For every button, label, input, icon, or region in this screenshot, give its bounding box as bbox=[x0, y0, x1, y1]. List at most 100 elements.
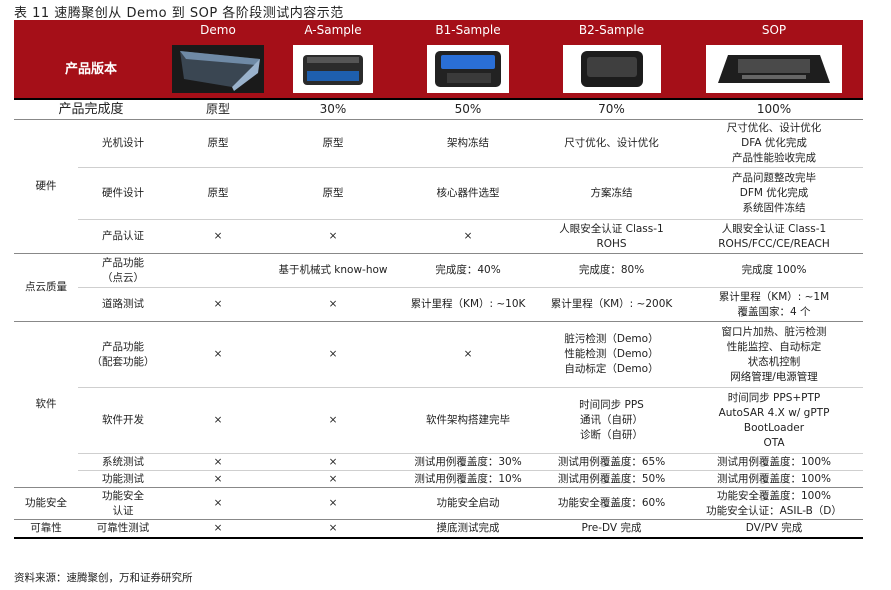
cell: 累计里程（KM）: ~1M 覆盖国家：4 个 bbox=[685, 287, 863, 322]
cell-line: DFM 优化完成 bbox=[739, 187, 809, 199]
row-label: 道路测试 bbox=[78, 287, 168, 322]
cell: × bbox=[168, 453, 268, 471]
cell: 时间同步 PPS 通讯（自研） 诊断（自研） bbox=[538, 387, 685, 454]
product-version-label: 产品版本 bbox=[14, 40, 168, 99]
header-a-sample: A-Sample bbox=[268, 20, 398, 40]
cell: 测试用例覆盖度：65% bbox=[538, 453, 685, 471]
cell: 原型 bbox=[268, 167, 398, 220]
group-hardware: 硬件 bbox=[14, 119, 78, 254]
product-image-row: 产品版本 bbox=[14, 40, 863, 99]
row-label: 可靠性测试 bbox=[78, 519, 168, 539]
cell: 测试用例覆盖度：100% bbox=[685, 470, 863, 488]
cell-line: 人眼安全认证 Class-1 bbox=[721, 222, 827, 235]
cell: × bbox=[268, 487, 398, 520]
cell-line: BootLoader bbox=[743, 421, 805, 434]
row-label: 系统测试 bbox=[78, 453, 168, 471]
cell-line: 累计里程（KM）: ~1M bbox=[718, 290, 830, 303]
cell-line: ROHS/FCC/CE/REACH bbox=[718, 237, 830, 250]
cell-line: 诊断（自研） bbox=[580, 429, 643, 441]
header-b1-sample: B1-Sample bbox=[398, 20, 538, 40]
comparison-table: Demo A-Sample B1-Sample B2-Sample SOP 产品… bbox=[14, 20, 863, 539]
cell: × bbox=[398, 219, 538, 254]
cell-line: AutoSAR 4.X w/ gPTP bbox=[718, 406, 830, 419]
cell: × bbox=[268, 321, 398, 388]
group-reliability: 可靠性 bbox=[14, 519, 78, 539]
row-label: 光机设计 bbox=[78, 119, 168, 168]
cell: 测试用例覆盖度：30% bbox=[398, 453, 538, 471]
b2-sample-image-cell bbox=[538, 40, 685, 99]
cell: 完成度 100% bbox=[685, 253, 863, 288]
cell: 核心器件选型 bbox=[398, 167, 538, 220]
table-row: 软件开发 × × 软件架构搭建完毕 时间同步 PPS 通讯（自研） 诊断（自研）… bbox=[14, 387, 863, 454]
table-caption: 表 11 速腾聚创从 Demo 到 SOP 各阶段测试内容示范 bbox=[14, 6, 344, 21]
b1-sample-lidar-image bbox=[427, 45, 509, 93]
row-label: 软件开发 bbox=[78, 387, 168, 454]
cell: 测试用例覆盖度：50% bbox=[538, 470, 685, 488]
cell: × bbox=[268, 519, 398, 539]
cell: 方案冻结 bbox=[538, 167, 685, 220]
cell: × bbox=[168, 387, 268, 454]
cell: 功能安全覆盖度：100% 功能安全认证：ASIL-B（D） bbox=[685, 487, 863, 520]
cell-line: 时间同步 PPS bbox=[579, 399, 644, 411]
cell: 测试用例覆盖度：10% bbox=[398, 470, 538, 488]
cell-line: 覆盖国家：4 个 bbox=[737, 305, 811, 318]
cell: 原型 bbox=[268, 119, 398, 168]
row-label: 功能测试 bbox=[78, 470, 168, 488]
completion-row: 产品完成度 原型 30% 50% 70% 100% bbox=[14, 98, 863, 120]
row-label-line: 产品功能 bbox=[102, 256, 144, 269]
cell: × bbox=[268, 470, 398, 488]
cell: 摸底测试完成 bbox=[398, 519, 538, 539]
table-row: 点云质量 产品功能 （点云） 基于机械式 know-how 完成度：40% 完成… bbox=[14, 253, 863, 322]
cell: 功能安全启动 bbox=[398, 487, 538, 520]
a-sample-image-cell bbox=[268, 40, 398, 99]
table-row: 软件 产品功能 （配套功能） × × × 脏污检测（Demo） 性能检测（Dem… bbox=[14, 321, 863, 488]
group-pointcloud: 点云质量 bbox=[14, 253, 78, 322]
b2-sample-lidar-image bbox=[562, 45, 661, 93]
completion-b2: 70% bbox=[538, 98, 685, 120]
cell: 基于机械式 know-how bbox=[268, 253, 398, 288]
cell: × bbox=[268, 219, 398, 254]
cell: 脏污检测（Demo） 性能检测（Demo） 自动标定（Demo） bbox=[538, 321, 685, 388]
cell-line: 状态机控制 bbox=[747, 355, 801, 368]
cell: 原型 bbox=[168, 167, 268, 220]
cell-line: 功能安全覆盖度：100% bbox=[716, 489, 832, 502]
cell-line: 人眼安全认证 Class-1 bbox=[559, 222, 664, 235]
a-sample-lidar-image bbox=[293, 45, 373, 93]
row-label: 产品认证 bbox=[78, 219, 168, 254]
table-row: 硬件 光机设计 原型 原型 架构冻结 尺寸优化、设计优化 尺寸优化、设计优化 D… bbox=[14, 119, 863, 254]
row-label: 硬件设计 bbox=[78, 167, 168, 220]
header-corner bbox=[14, 20, 168, 40]
cell: 完成度：40% bbox=[398, 253, 538, 288]
row-label-line: （点云） bbox=[102, 271, 144, 284]
sop-lidar-image bbox=[706, 45, 842, 93]
completion-a: 30% bbox=[268, 98, 398, 120]
cell: 产品问题整改完毕 DFM 优化完成 系统固件冻结 bbox=[685, 167, 863, 220]
row-label: 产品功能 （配套功能） bbox=[78, 321, 168, 388]
cell-line: 产品问题整改完毕 bbox=[732, 172, 816, 184]
cell-line: 脏污检测（Demo） bbox=[564, 333, 659, 345]
demo-image-cell bbox=[168, 40, 268, 99]
cell: 尺寸优化、设计优化 bbox=[538, 119, 685, 168]
cell: × bbox=[168, 219, 268, 254]
header-row: Demo A-Sample B1-Sample B2-Sample SOP bbox=[14, 20, 863, 40]
cell: × bbox=[168, 470, 268, 488]
row-label-line: （配套功能） bbox=[91, 355, 155, 368]
cell: 功能安全覆盖度：60% bbox=[538, 487, 685, 520]
cell: DV/PV 完成 bbox=[685, 519, 863, 539]
cell-line: 性能检测（Demo） bbox=[564, 348, 659, 360]
cell: × bbox=[268, 453, 398, 471]
cell: 人眼安全认证 Class-1 ROHS bbox=[538, 219, 685, 254]
cell: 原型 bbox=[168, 119, 268, 168]
cell-line: 网络管理/电源管理 bbox=[730, 370, 818, 383]
completion-b1: 50% bbox=[398, 98, 538, 120]
cell: 尺寸优化、设计优化 DFA 优化完成 产品性能验收完成 bbox=[685, 119, 863, 168]
completion-label: 产品完成度 bbox=[14, 98, 168, 120]
cell: Pre-DV 完成 bbox=[538, 519, 685, 539]
cell: × bbox=[168, 321, 268, 388]
cell: 完成度：80% bbox=[538, 253, 685, 288]
cell bbox=[168, 253, 268, 288]
cell: 人眼安全认证 Class-1 ROHS/FCC/CE/REACH bbox=[685, 219, 863, 254]
table-row: 功能安全 功能安全 认证 × × 功能安全启动 功能安全覆盖度：60% 功能安全… bbox=[14, 487, 863, 520]
cell-line: 功能安全认证：ASIL-B（D） bbox=[706, 504, 842, 517]
cell: 架构冻结 bbox=[398, 119, 538, 168]
